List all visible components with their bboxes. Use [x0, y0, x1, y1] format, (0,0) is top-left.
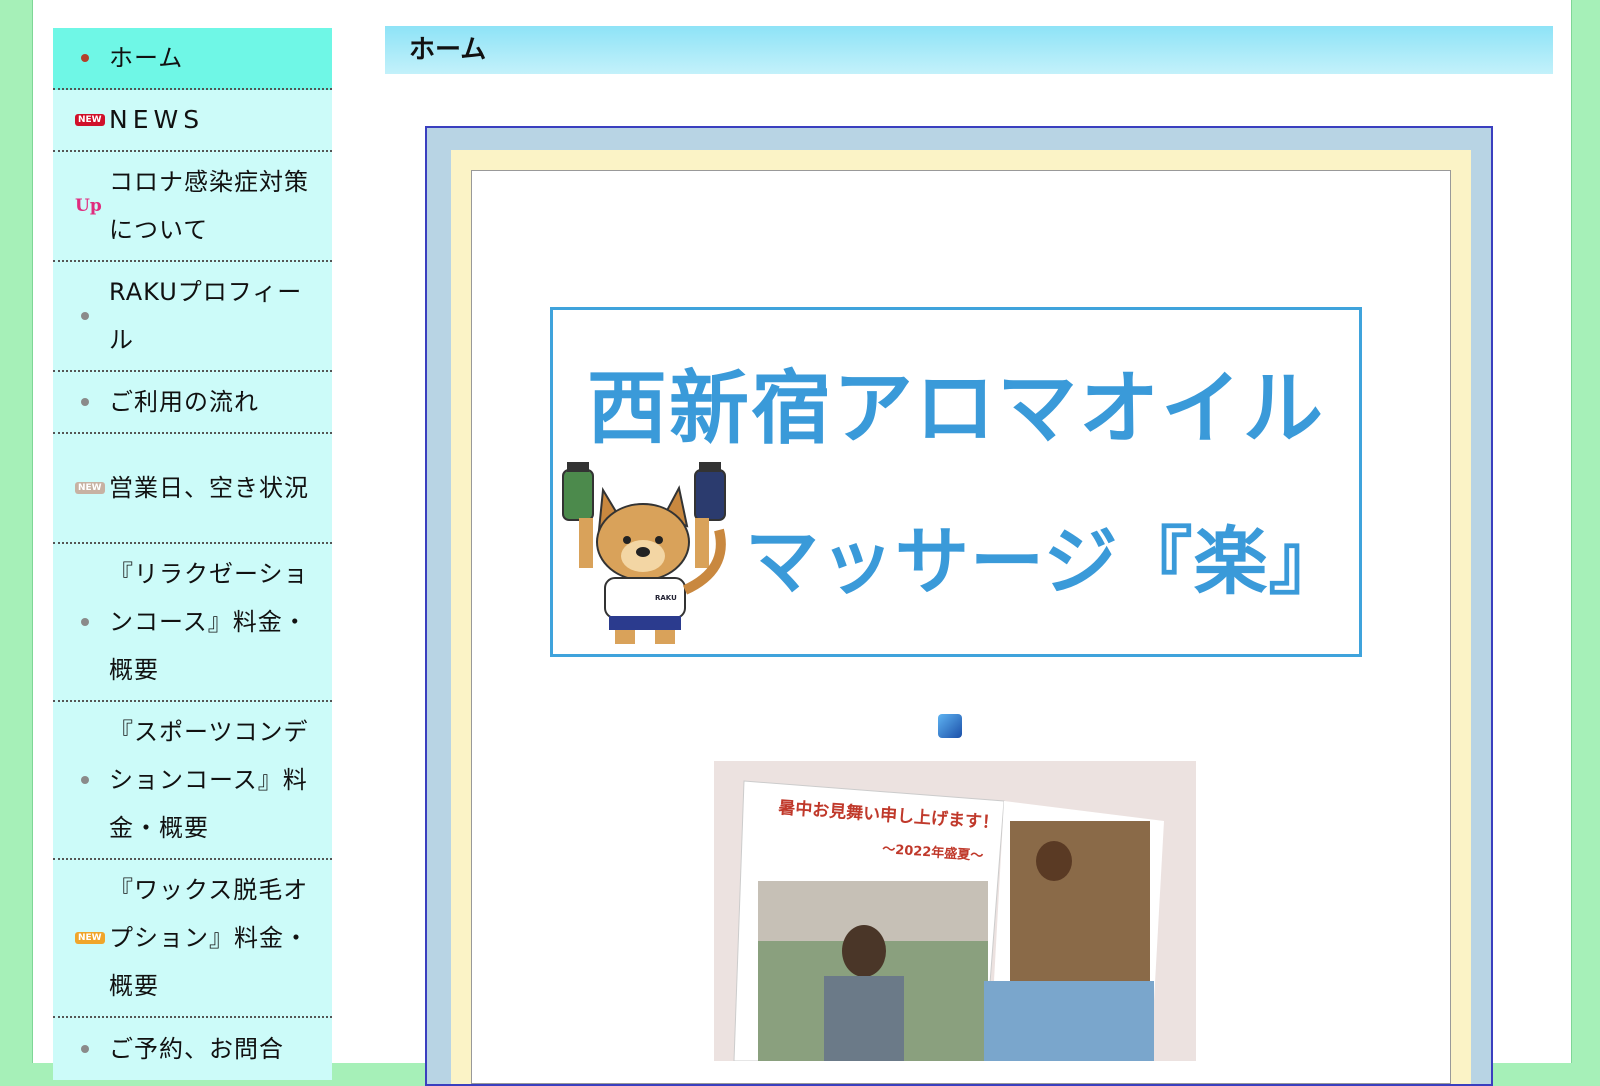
sidebar-item-label: 営業日、空き状況: [109, 474, 309, 502]
sidebar-item-sports-course[interactable]: 『スポーツコンデションコース』料金・概要: [53, 702, 332, 860]
banner-title-line2: マッサージ『楽』: [745, 519, 1344, 605]
svg-text:RAKU: RAKU: [655, 594, 677, 602]
sidebar-item-label: NEWS: [109, 105, 205, 134]
sidebar-item-flow[interactable]: ご利用の流れ: [53, 372, 332, 434]
up-badge-icon: Up: [75, 196, 102, 216]
sidebar-item-label: コロナ感染症対策について: [109, 168, 309, 244]
sidebar-item-label: ご利用の流れ: [109, 388, 259, 416]
sidebar-item-label: ご予約、お問合: [109, 1035, 284, 1063]
bullet-dot-icon: [75, 312, 109, 320]
sidebar-item-profile[interactable]: RAKUプロフィール: [53, 262, 332, 372]
sidebar-item-covid[interactable]: Up コロナ感染症対策について: [53, 152, 332, 262]
summer-greeting-image: 暑中お見舞い申し上げます！ 〜2022年盛夏〜: [714, 761, 1196, 1061]
sidebar-item-reservation[interactable]: ご予約、お問合: [53, 1018, 332, 1080]
sidebar-item-label: 『ワックス脱毛オプション』料金・概要: [109, 876, 309, 1000]
dog-mascot-icon: RAKU: [562, 462, 726, 644]
new-badge-icon: NEW: [75, 482, 109, 494]
new-badge-icon: NEW: [75, 114, 109, 126]
sidebar-item-label: 『スポーツコンデションコース』料金・概要: [109, 718, 309, 842]
sidebar-item-label: ホーム: [109, 44, 184, 72]
sidebar-item-wax-option[interactable]: NEW 『ワックス脱毛オプション』料金・概要: [53, 860, 332, 1018]
bullet-dot-icon: [75, 776, 109, 784]
content-frame-border: 西新宿アロマオイル RAKU マッサージ『楽』 暑中お見舞い申し上げます！ 〜2…: [451, 150, 1471, 1084]
new-badge-icon: NEW: [75, 932, 109, 944]
bullet-dot-icon: [75, 1045, 109, 1053]
content-panel: 西新宿アロマオイル RAKU マッサージ『楽』 暑中お見舞い申し上げます！ 〜2…: [471, 170, 1451, 1084]
sidebar-nav: ホーム NEW NEWS Up コロナ感染症対策について RAKUプロフィール …: [53, 28, 332, 1080]
sidebar-item-home[interactable]: ホーム: [53, 28, 332, 90]
bullet-dot-icon: [75, 54, 109, 62]
content-frame: 西新宿アロマオイル RAKU マッサージ『楽』 暑中お見舞い申し上げます！ 〜2…: [425, 126, 1493, 1086]
sidebar-item-label: RAKUプロフィール: [109, 278, 303, 354]
loading-icon: [938, 714, 962, 738]
photo-collage-icon: 暑中お見舞い申し上げます！ 〜2022年盛夏〜: [714, 761, 1196, 1061]
sidebar-item-news[interactable]: NEW NEWS: [53, 90, 332, 152]
banner-title-line1: 西新宿アロマオイル: [587, 362, 1325, 455]
page-container: ホーム NEW NEWS Up コロナ感染症対策について RAKUプロフィール …: [32, 0, 1572, 1086]
sidebar-item-relax-course[interactable]: 『リラクゼーションコース』料金・概要: [53, 544, 332, 702]
bullet-dot-icon: [75, 618, 109, 626]
shop-banner: 西新宿アロマオイル RAKU マッサージ『楽』: [550, 307, 1362, 657]
bullet-dot-icon: [75, 398, 109, 406]
page-title: ホーム: [385, 26, 1553, 74]
sidebar-item-label: 『リラクゼーションコース』料金・概要: [109, 560, 309, 684]
sidebar-item-schedule[interactable]: NEW 営業日、空き状況: [53, 434, 332, 544]
